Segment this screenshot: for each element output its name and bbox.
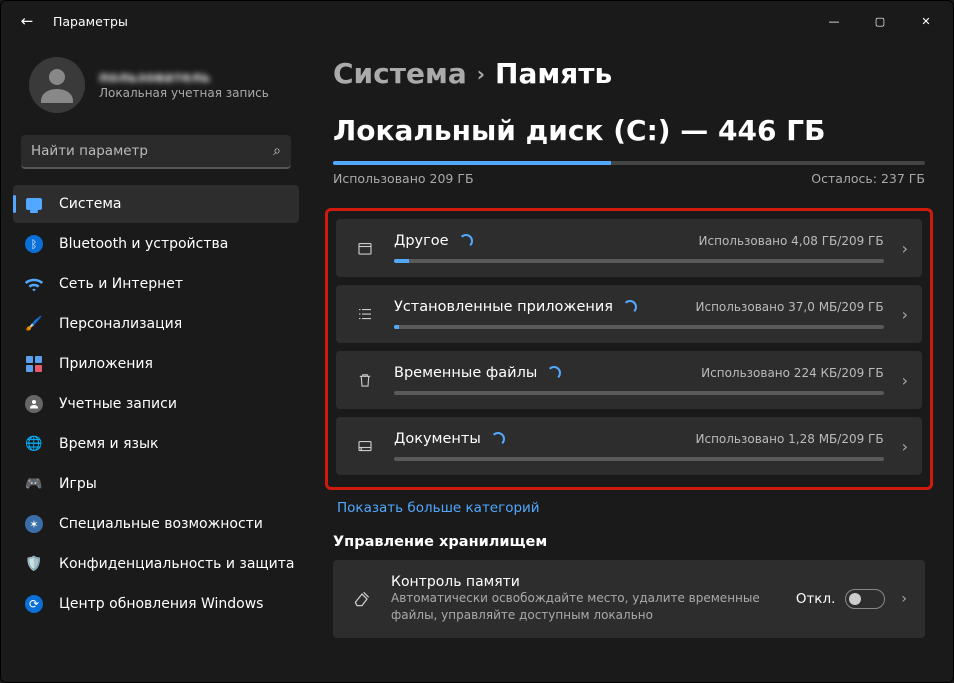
chevron-right-icon: › xyxy=(477,62,485,86)
user-subtitle: Локальная учетная запись xyxy=(99,86,269,100)
close-button[interactable]: ✕ xyxy=(903,6,949,36)
sidebar-item-label: Приложения xyxy=(59,356,153,372)
spinner-icon xyxy=(459,234,473,248)
update-icon: ⟳ xyxy=(23,593,45,615)
storage-sense-row[interactable]: Контроль памяти Автоматически освобождай… xyxy=(333,560,925,638)
disk-remaining-label: Осталось: 237 ГБ xyxy=(811,171,925,186)
category-other[interactable]: Другое Использовано 4,08 ГБ/209 ГБ › xyxy=(336,219,922,277)
category-bar xyxy=(394,325,884,329)
category-bar xyxy=(394,391,884,395)
wifi-icon xyxy=(23,273,45,295)
bluetooth-icon: ᛒ xyxy=(23,233,45,255)
sidebar-item-personalization[interactable]: 🖌️ Персонализация xyxy=(13,305,299,343)
user-block[interactable]: пользователь Локальная учетная запись xyxy=(13,47,299,129)
breadcrumb-parent[interactable]: Система xyxy=(333,57,467,90)
category-name: Другое xyxy=(394,233,449,249)
sidebar-item-label: Центр обновления Windows xyxy=(59,596,263,612)
sidebar-item-label: Система xyxy=(59,196,121,212)
chevron-right-icon: › xyxy=(902,239,908,258)
spinner-icon xyxy=(547,366,561,380)
sidebar-item-label: Учетные записи xyxy=(59,396,177,412)
category-usage: Использовано 37,0 МБ/209 ГБ xyxy=(696,300,884,314)
monitor-icon xyxy=(23,193,45,215)
window-title: Параметры xyxy=(53,14,128,29)
trash-icon xyxy=(354,371,376,389)
category-name: Установленные приложения xyxy=(394,299,613,315)
spinner-icon xyxy=(491,432,505,446)
storage-sense-subtitle: Автоматически освобождайте место, удалит… xyxy=(391,590,778,624)
storage-sense-toggle[interactable] xyxy=(845,589,885,609)
chevron-right-icon: › xyxy=(902,305,908,324)
disk-title: Локальный диск (C:) — 446 ГБ xyxy=(333,114,925,147)
drive-icon xyxy=(354,437,376,455)
maximize-button[interactable]: ▢ xyxy=(857,6,903,36)
highlight-box: Другое Использовано 4,08 ГБ/209 ГБ › Уст… xyxy=(325,208,933,490)
search-icon: ⌕ xyxy=(273,143,281,159)
sidebar-item-system[interactable]: Система xyxy=(13,185,299,223)
storage-mgmt-section-title: Управление хранилищем xyxy=(333,534,925,550)
spinner-icon xyxy=(623,300,637,314)
user-icon xyxy=(23,393,45,415)
show-more-categories[interactable]: Показать больше категорий xyxy=(333,490,925,534)
category-documents[interactable]: Документы Использовано 1,28 МБ/209 ГБ › xyxy=(336,417,922,475)
category-usage: Использовано 1,28 МБ/209 ГБ xyxy=(696,432,884,446)
sidebar-item-label: Персонализация xyxy=(59,316,182,332)
sidebar-item-privacy[interactable]: 🛡️ Конфиденциальность и защита xyxy=(13,545,299,583)
sidebar-item-label: Сеть и Интернет xyxy=(59,276,183,292)
sidebar-item-label: Игры xyxy=(59,476,97,492)
gamepad-icon: 🎮 xyxy=(23,473,45,495)
paintbrush-icon: 🖌️ xyxy=(23,313,45,335)
sidebar-item-label: Конфиденциальность и защита xyxy=(59,556,294,572)
sidebar-item-apps[interactable]: Приложения xyxy=(13,345,299,383)
category-installed-apps[interactable]: Установленные приложения Использовано 37… xyxy=(336,285,922,343)
sidebar-item-gaming[interactable]: 🎮 Игры xyxy=(13,465,299,503)
apps-icon xyxy=(23,353,45,375)
shield-icon: 🛡️ xyxy=(23,553,45,575)
disk-usage-bar xyxy=(333,161,925,165)
avatar xyxy=(29,57,85,113)
sidebar-item-label: Bluetooth и устройства xyxy=(59,236,228,252)
breadcrumb: Система › Память xyxy=(333,57,925,90)
storage-sense-title: Контроль памяти xyxy=(391,574,778,590)
search-input[interactable]: Найти параметр ⌕ xyxy=(21,135,291,169)
category-usage: Использовано 4,08 ГБ/209 ГБ xyxy=(699,234,884,248)
sidebar-item-accounts[interactable]: Учетные записи xyxy=(13,385,299,423)
category-temp-files[interactable]: Временные файлы Использовано 224 КБ/209 … xyxy=(336,351,922,409)
category-bar xyxy=(394,457,884,461)
sidebar-item-time-lang[interactable]: 🌐 Время и язык xyxy=(13,425,299,463)
accessibility-icon: ✶ xyxy=(23,513,45,535)
globe-icon: 🌐 xyxy=(23,433,45,455)
category-bar xyxy=(394,259,884,263)
user-name: пользователь xyxy=(99,70,269,86)
sidebar-item-bluetooth[interactable]: ᛒ Bluetooth и устройства xyxy=(13,225,299,263)
sidebar-item-label: Специальные возможности xyxy=(59,516,263,532)
chevron-right-icon: › xyxy=(901,591,907,607)
category-usage: Использовано 224 КБ/209 ГБ xyxy=(701,366,883,380)
disk-used-label: Использовано 209 ГБ xyxy=(333,171,474,186)
sidebar-item-accessibility[interactable]: ✶ Специальные возможности xyxy=(13,505,299,543)
minimize-button[interactable]: — xyxy=(811,6,857,36)
sidebar-item-label: Время и язык xyxy=(59,436,158,452)
broom-icon xyxy=(351,589,373,609)
chevron-right-icon: › xyxy=(902,371,908,390)
back-button[interactable]: ← xyxy=(15,9,39,33)
search-placeholder: Найти параметр xyxy=(31,143,273,159)
box-icon xyxy=(354,239,376,257)
category-name: Временные файлы xyxy=(394,365,537,381)
breadcrumb-current: Память xyxy=(495,57,612,90)
sidebar-item-network[interactable]: Сеть и Интернет xyxy=(13,265,299,303)
list-icon xyxy=(354,305,376,323)
toggle-state: Откл. xyxy=(796,591,836,607)
category-name: Документы xyxy=(394,431,481,447)
chevron-right-icon: › xyxy=(902,437,908,456)
sidebar-item-update[interactable]: ⟳ Центр обновления Windows xyxy=(13,585,299,623)
